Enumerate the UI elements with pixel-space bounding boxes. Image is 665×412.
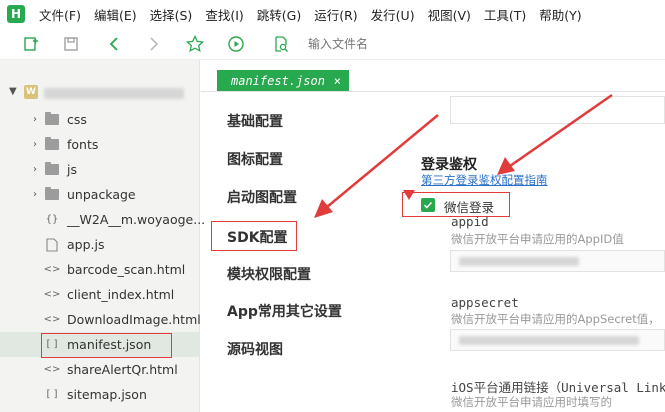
tree-item-client-index[interactable]: <> client_index.html [0, 282, 200, 307]
tab-bar-divider [201, 91, 665, 92]
menu-select[interactable]: 选择(S) [150, 5, 193, 24]
forward-icon[interactable] [144, 34, 164, 54]
appid-label: appid [451, 214, 489, 229]
menu-goto[interactable]: 跳转(G) [257, 5, 301, 24]
tree-item-download-image[interactable]: <> DownloadImage.html [0, 307, 201, 332]
tree-item-label: shareAlertQr.html [67, 362, 178, 377]
tree-item-fonts[interactable]: › fonts [0, 132, 200, 157]
tree-item-label: sitemap.json [67, 387, 147, 402]
html-file-icon: <> [43, 264, 61, 275]
file-search-icon[interactable] [271, 34, 291, 54]
chevron-right-icon[interactable]: › [30, 164, 40, 175]
appsecret-input[interactable] [450, 329, 665, 351]
nav-splash-config[interactable]: 启动图配置 [227, 187, 297, 207]
app-logo: H [7, 5, 25, 23]
folder-icon [44, 187, 60, 203]
login-auth-title: 登录鉴权 [421, 157, 477, 173]
tree-item-css[interactable]: › css [0, 107, 200, 132]
project-root[interactable]: ▼ W [0, 82, 200, 104]
run-icon[interactable] [226, 34, 246, 54]
tab-label: manifest.json [231, 73, 325, 88]
redacted-project-name [44, 88, 184, 99]
nav-source-view[interactable]: 源码视图 [227, 339, 283, 359]
tab-manifest-json[interactable]: manifest.json × [217, 70, 349, 91]
tree-item-share-alert-qr[interactable]: <> shareAlertQr.html [0, 357, 200, 382]
previous-field-input[interactable] [450, 96, 665, 124]
html-file-icon: <> [43, 364, 61, 375]
folder-icon [44, 112, 60, 128]
html-file-icon: <> [43, 314, 61, 325]
annotation-box-manifest [41, 333, 172, 358]
chevron-right-icon[interactable]: › [30, 189, 40, 200]
redacted-appsecret [459, 336, 639, 345]
menu-edit[interactable]: 编辑(E) [94, 5, 137, 24]
back-icon[interactable] [104, 34, 124, 54]
tree-item-label: barcode_scan.html [67, 262, 186, 277]
tree-item-label: unpackage [67, 187, 136, 202]
chevron-down-icon[interactable]: ▼ [9, 86, 17, 97]
tree-item-label: DownloadImage.html [67, 312, 201, 327]
tree-item-label: app.js [67, 237, 105, 252]
folder-icon [44, 162, 60, 178]
chevron-right-icon[interactable]: › [30, 139, 40, 150]
folder-icon [44, 137, 60, 153]
tree-item-js[interactable]: › js [0, 157, 200, 182]
json-file-icon: [ ] [46, 389, 58, 400]
new-file-icon[interactable] [21, 34, 41, 54]
menu-file[interactable]: 文件(F) [39, 5, 81, 24]
toolbar [0, 28, 665, 60]
star-icon[interactable] [185, 34, 205, 54]
chevron-right-icon[interactable]: › [30, 114, 40, 125]
tree-item-barcode-scan[interactable]: <> barcode_scan.html [0, 257, 200, 282]
tree-item-w2a-json[interactable]: {} __W2A__m.woyaoge... [0, 207, 206, 232]
appsecret-label: appsecret [451, 295, 519, 310]
menu-run[interactable]: 运行(R) [314, 5, 357, 24]
nav-app-other-settings[interactable]: App常用其它设置 [227, 301, 342, 321]
tree-item-label: fonts [67, 137, 99, 152]
arrow-head-sdk [314, 199, 333, 218]
appid-input[interactable] [450, 250, 665, 272]
tree-item-label: js [67, 162, 77, 177]
tree-item-label: css [67, 112, 87, 127]
menu-tools[interactable]: 工具(T) [484, 5, 526, 24]
menu-publish[interactable]: 发行(U) [371, 5, 415, 24]
tree-item-label: client_index.html [67, 287, 175, 302]
tree-item-unpackage[interactable]: › unpackage [0, 182, 200, 207]
save-icon[interactable] [61, 34, 81, 54]
nav-module-permissions[interactable]: 模块权限配置 [227, 264, 311, 284]
tree-item-sitemap-json[interactable]: [ ] sitemap.json [0, 382, 200, 407]
login-guide-link[interactable]: 第三方登录鉴权配置指南 [421, 172, 548, 188]
nav-icon-config[interactable]: 图标配置 [227, 149, 283, 169]
file-name-input[interactable] [298, 33, 498, 55]
appid-hint: 微信开放平台申请应用的AppID值 [451, 232, 624, 246]
annotation-box-sdk [211, 221, 297, 251]
tree-item-label: __W2A__m.woyaoge... [67, 212, 206, 227]
js-file-icon [44, 237, 60, 253]
project-root-icon: W [24, 85, 38, 99]
menu-bar: H 文件(F) 编辑(E) 选择(S) 查找(I) 跳转(G) 运行(R) 发行… [0, 0, 665, 28]
menu-view[interactable]: 视图(V) [428, 5, 471, 24]
universal-links-hint: 微信开放平台申请应用时填写的 [451, 395, 612, 409]
html-file-icon: <> [43, 289, 61, 300]
nav-basic-config[interactable]: 基础配置 [227, 111, 283, 131]
menu-help[interactable]: 帮助(Y) [539, 5, 581, 24]
close-icon[interactable]: × [334, 74, 341, 88]
json-file-icon: {} [45, 214, 59, 225]
appsecret-hint: 微信开放平台申请应用的AppSecret值， [451, 312, 660, 326]
menu-find[interactable]: 查找(I) [205, 5, 243, 24]
redacted-appid [459, 257, 579, 266]
tree-item-app-js[interactable]: app.js [0, 232, 200, 257]
